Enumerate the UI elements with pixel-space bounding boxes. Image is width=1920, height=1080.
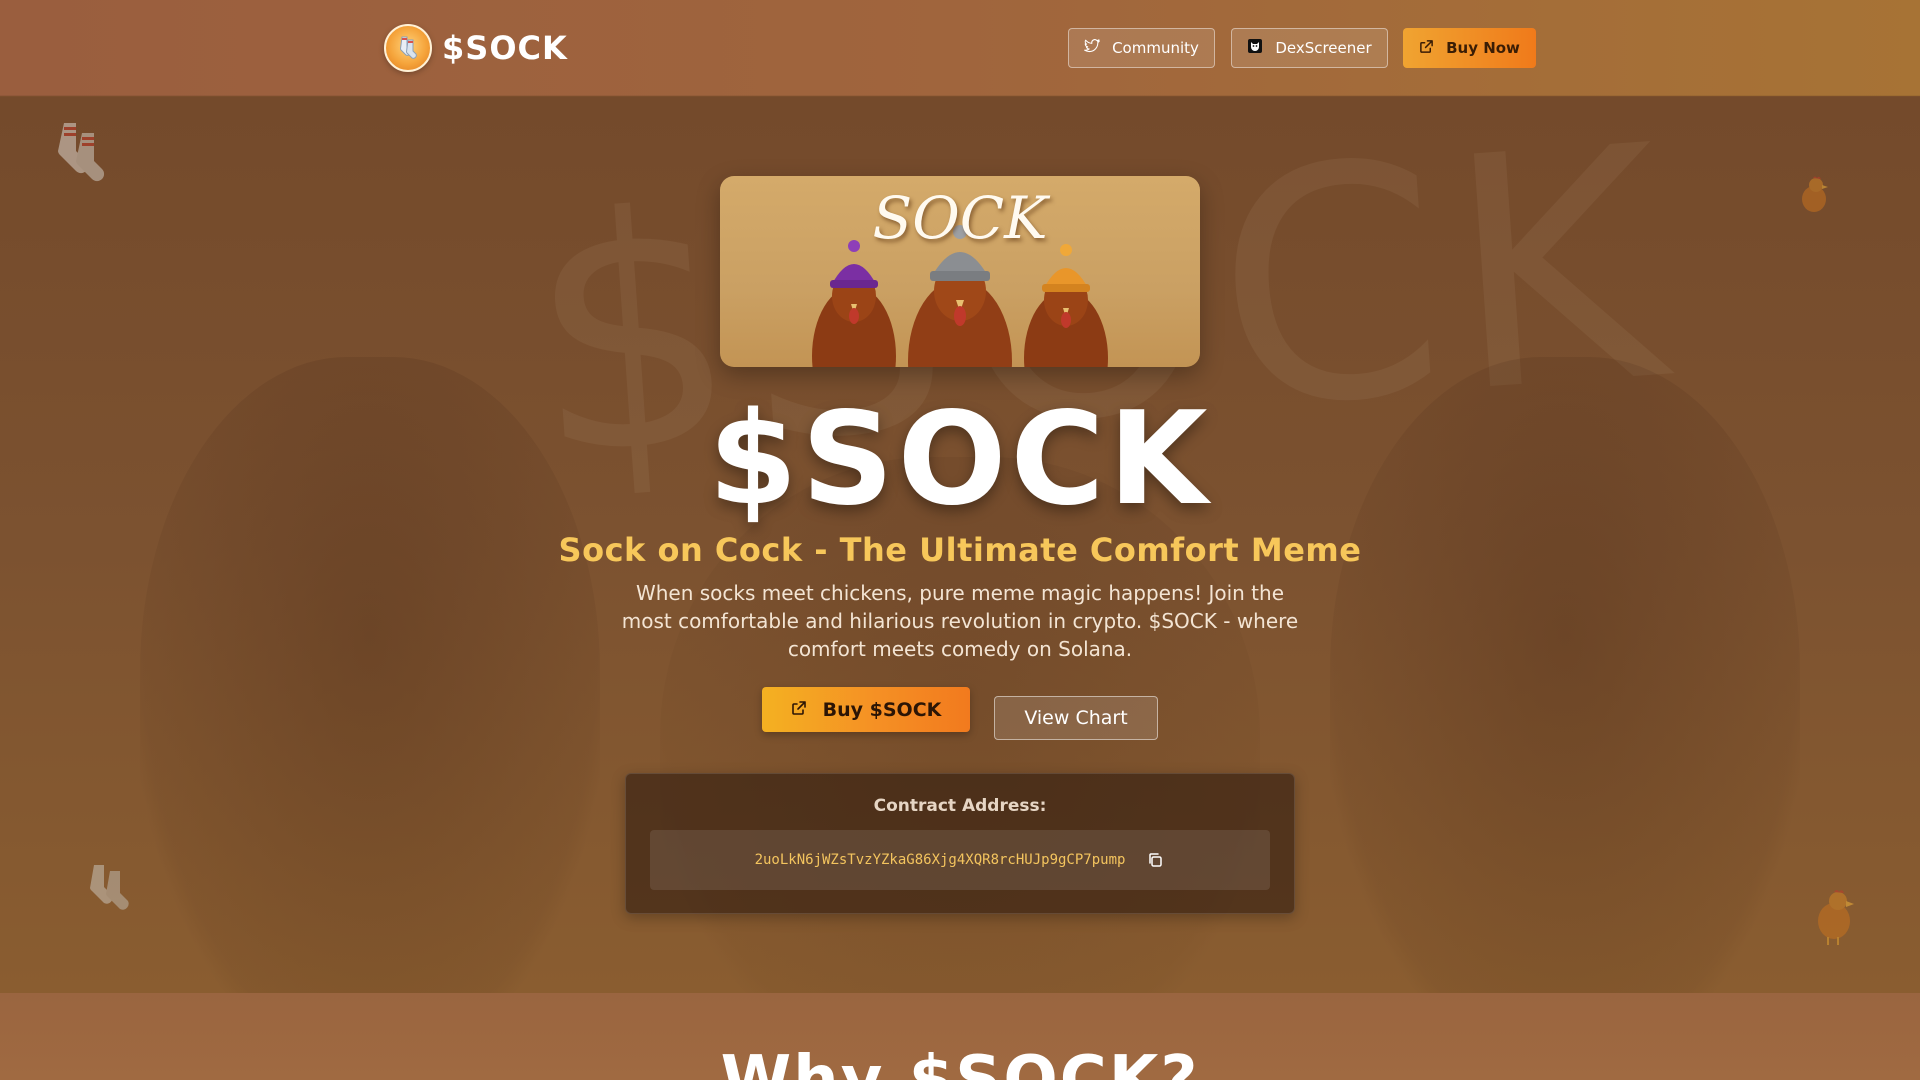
community-button[interactable]: Community — [1068, 28, 1215, 68]
hero-description: When socks meet chickens, pure meme magi… — [621, 581, 1299, 661]
dexscreener-button[interactable]: DexScreener — [1231, 28, 1388, 68]
hero-image: SOCK — [720, 176, 1200, 367]
contract-address-box: 2uoLkN6jWZsTvzYZkaG86Xjg4XQR8rcHUJp9gCP7… — [650, 830, 1270, 890]
sock-icon — [44, 121, 114, 195]
hero-title: $SOCK — [708, 385, 1212, 534]
buy-sock-button[interactable]: Buy $SOCK — [762, 687, 970, 732]
hero-section: $SOCK — [0, 97, 1920, 993]
external-link-icon — [791, 699, 807, 721]
buy-now-label: Buy Now — [1446, 39, 1520, 57]
why-section: Why $SOCK? — [0, 993, 1920, 1080]
brand[interactable]: $SOCK — [384, 24, 568, 72]
navbar: $SOCK Community DexScreener Buy Now — [0, 0, 1920, 96]
dexscreener-icon — [1247, 38, 1263, 58]
contract-card: Contract Address: 2uoLkN6jWZsTvzYZkaG86X… — [625, 773, 1295, 914]
dexscreener-label: DexScreener — [1275, 39, 1372, 57]
buy-sock-label: Buy $SOCK — [822, 698, 942, 721]
twitter-bird-icon — [1084, 39, 1100, 57]
why-title: Why $SOCK? — [720, 1043, 1200, 1080]
chicken-icon — [1796, 175, 1832, 219]
socks-logo-icon — [384, 24, 432, 72]
sock-icon — [84, 863, 140, 923]
chicken-icon — [1810, 887, 1858, 951]
hero-subtitle: Sock on Cock - The Ultimate Comfort Meme — [558, 531, 1362, 569]
community-label: Community — [1112, 39, 1199, 57]
copy-icon[interactable] — [1145, 850, 1165, 870]
contract-label: Contract Address: — [873, 796, 1047, 816]
buy-now-button[interactable]: Buy Now — [1403, 28, 1536, 68]
contract-address[interactable]: 2uoLkN6jWZsTvzYZkaG86Xjg4XQR8rcHUJp9gCP7… — [755, 852, 1126, 868]
hero-image-text: SOCK — [872, 184, 1048, 252]
brand-name: $SOCK — [442, 29, 568, 67]
view-chart-button[interactable]: View Chart — [994, 696, 1158, 740]
external-link-icon — [1419, 39, 1434, 58]
